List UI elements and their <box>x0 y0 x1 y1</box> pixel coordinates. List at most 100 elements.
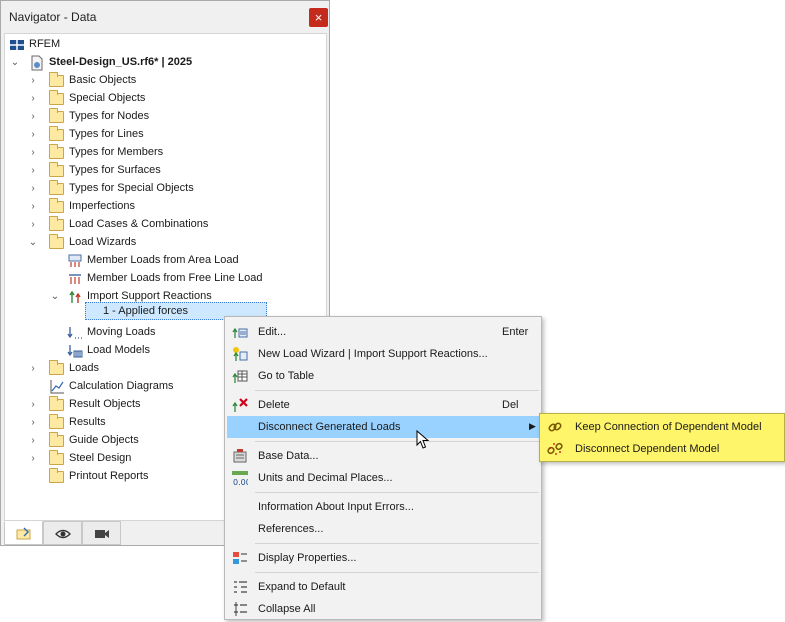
delete-icon <box>232 398 248 412</box>
folder-icon <box>49 468 64 483</box>
menu-item-edit[interactable]: Edit... Enter <box>227 321 539 343</box>
tree-folder[interactable]: › Special Objects <box>27 90 307 108</box>
tab-views[interactable] <box>82 521 121 545</box>
model-file-icon <box>31 55 43 71</box>
menu-separator <box>255 441 539 442</box>
tree-folder-load-wizards[interactable]: ⌄ Load Wizards <box>27 234 307 252</box>
menu-item-references[interactable]: References... <box>227 518 539 540</box>
menu-item-base-data[interactable]: Base Data... <box>227 445 539 467</box>
menu-item-label: Edit... <box>258 326 287 338</box>
tree-root[interactable]: RFEM <box>7 36 307 54</box>
item-label: Member Loads from Area Load <box>87 254 239 266</box>
menu-item-input-errors[interactable]: Information About Input Errors... <box>227 496 539 518</box>
tab-data[interactable] <box>4 521 43 545</box>
folder-label: Load Cases & Combinations <box>69 218 209 230</box>
folder-icon <box>49 162 64 177</box>
window-title: Navigator - Data <box>9 10 97 24</box>
menu-item-shortcut: Enter <box>502 326 529 338</box>
item-label: Import Support Reactions <box>87 290 212 302</box>
chevron-right-icon[interactable]: › <box>27 217 39 233</box>
folder-label: Types for Lines <box>69 128 144 140</box>
chevron-right-icon[interactable]: › <box>27 181 39 197</box>
chevron-right-icon[interactable]: › <box>27 397 39 413</box>
tree-folder[interactable]: › Imperfections <box>27 198 307 216</box>
submenu-item-keep-connection[interactable]: Keep Connection of Dependent Model <box>542 416 782 438</box>
menu-item-label: Base Data... <box>258 450 319 462</box>
tree-root-label: RFEM <box>29 38 61 50</box>
close-button[interactable]: × <box>309 8 328 27</box>
tree-project[interactable]: ⌄ Steel-Design_US.rf6* | 2025 <box>7 54 307 72</box>
folder-icon <box>49 216 64 231</box>
menu-separator <box>255 572 539 573</box>
menu-item-label: Collapse All <box>258 603 316 615</box>
menu-item-label: Delete <box>258 399 290 411</box>
selected-item-label: 1 - Applied forces <box>103 305 188 317</box>
tree-folder[interactable]: › Types for Members <box>27 144 307 162</box>
expand-icon <box>234 581 247 593</box>
chevron-down-icon[interactable]: ⌄ <box>27 235 39 251</box>
tree-item[interactable]: Member Loads from Free Line Load <box>67 270 317 288</box>
menu-item-disconnect-generated-loads[interactable]: Disconnect Generated Loads ▶ <box>227 416 539 438</box>
tree-folder[interactable]: › Load Cases & Combinations <box>27 216 307 234</box>
chevron-right-icon[interactable]: › <box>27 163 39 179</box>
close-icon[interactable]: × <box>315 10 323 25</box>
tab-display[interactable] <box>43 521 82 545</box>
link-icon <box>548 422 562 432</box>
free-line-load-icon <box>69 274 81 284</box>
chevron-down-icon[interactable]: ⌄ <box>9 55 21 71</box>
chevron-right-icon[interactable]: › <box>27 73 39 89</box>
folder-icon <box>49 432 64 447</box>
folder-icon <box>49 198 64 213</box>
menu-item-delete[interactable]: Delete Del <box>227 394 539 416</box>
menu-item-units[interactable]: 0.00 Units and Decimal Places... <box>227 467 539 489</box>
tree-item[interactable]: Member Loads from Area Load <box>67 252 317 270</box>
tree-folder[interactable]: › Basic Objects <box>27 72 307 90</box>
submenu-item-disconnect-model[interactable]: Disconnect Dependent Model <box>542 438 782 460</box>
folder-label: Types for Nodes <box>69 110 150 122</box>
chevron-right-icon[interactable]: › <box>27 433 39 449</box>
chevron-right-icon[interactable]: › <box>27 199 39 215</box>
folder-label: Load Wizards <box>69 236 137 248</box>
context-menu: Edit... Enter New Load Wizard | Import S… <box>224 316 542 620</box>
folder-icon <box>49 108 64 123</box>
chevron-right-icon[interactable]: › <box>27 451 39 467</box>
moving-loads-icon <box>67 327 82 339</box>
tree-folder[interactable]: › Types for Nodes <box>27 108 307 126</box>
chevron-right-icon[interactable]: › <box>27 91 39 107</box>
tree-folder[interactable]: › Types for Lines <box>27 126 307 144</box>
menu-item-label: Go to Table <box>258 370 315 382</box>
folder-icon <box>49 126 64 141</box>
chevron-right-icon[interactable]: › <box>27 145 39 161</box>
menu-item-collapse-all[interactable]: Collapse All <box>227 598 539 620</box>
folder-icon <box>49 144 64 159</box>
folder-label: Basic Objects <box>69 74 137 86</box>
base-data-icon <box>233 449 247 463</box>
chevron-right-icon[interactable]: › <box>27 127 39 143</box>
menu-item-label: Expand to Default <box>258 581 346 593</box>
title-bar: Navigator - Data × <box>1 1 329 33</box>
folder-label: Types for Surfaces <box>69 164 161 176</box>
item-label: Moving Loads <box>87 326 156 338</box>
folder-label: Result Objects <box>69 398 141 410</box>
menu-item-expand-default[interactable]: Expand to Default <box>227 576 539 598</box>
tree-folder[interactable]: › Types for Surfaces <box>27 162 307 180</box>
chevron-right-icon[interactable]: › <box>27 109 39 125</box>
units-icon: 0.00 <box>232 471 248 486</box>
menu-item-display-properties[interactable]: Display Properties... <box>227 547 539 569</box>
svg-text:0.00: 0.00 <box>233 478 248 486</box>
menu-item-shortcut: Del <box>502 399 519 411</box>
menu-item-label: References... <box>258 523 324 535</box>
folder-label: Steel Design <box>69 452 132 464</box>
submenu-arrow-icon: ▶ <box>529 421 536 431</box>
folder-label: Loads <box>69 362 99 374</box>
folder-icon <box>49 180 64 195</box>
menu-item-go-to-table[interactable]: Go to Table <box>227 365 539 387</box>
chevron-right-icon[interactable]: › <box>27 361 39 377</box>
menu-item-new-load-wizard[interactable]: New Load Wizard | Import Support Reactio… <box>227 343 539 365</box>
chevron-right-icon[interactable]: › <box>27 415 39 431</box>
tree-folder[interactable]: › Types for Special Objects <box>27 180 307 198</box>
folder-icon <box>49 360 64 375</box>
chevron-down-icon[interactable]: ⌄ <box>49 289 61 305</box>
eye-icon <box>54 529 71 539</box>
calculation-diagram-icon <box>50 380 64 394</box>
